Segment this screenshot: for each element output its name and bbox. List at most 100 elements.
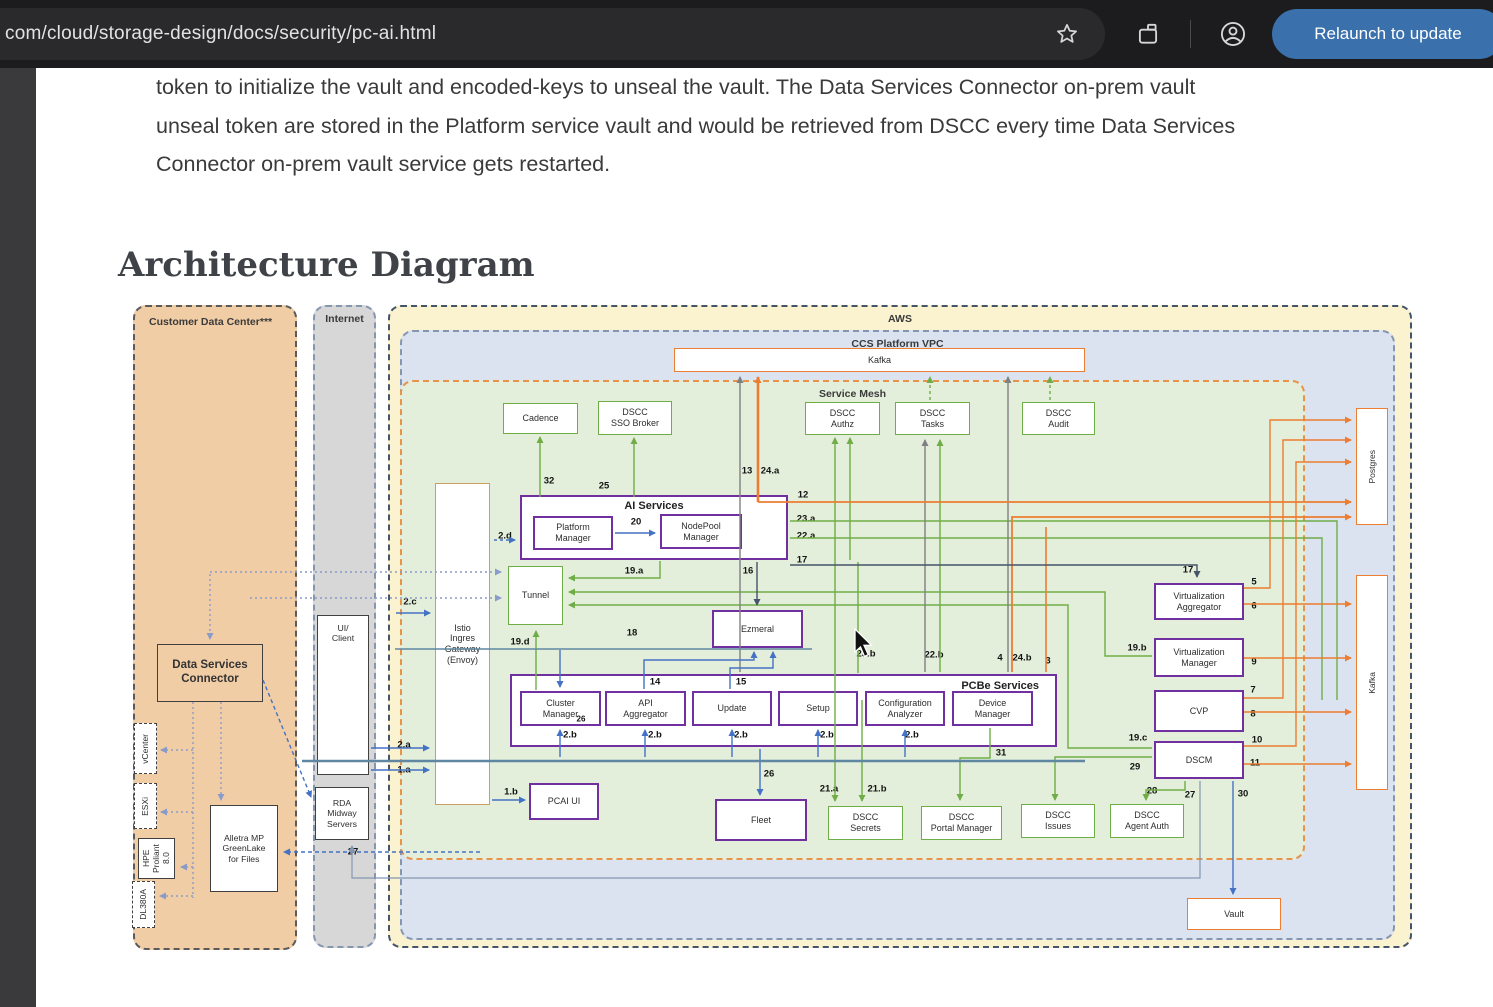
wire-label: 25 [599,481,610,492]
wire-label: 19.d [510,637,529,648]
relaunch-label: Relaunch to update [1314,24,1461,44]
box-label-kafka-top: Kafka [866,355,893,366]
box-cvp: CVP [1154,690,1244,732]
box-kafka-top: Kafka [674,348,1085,372]
wire-label: 23.a [797,514,816,525]
app-window: com/cloud/storage-design/docs/security/p… [0,0,1493,1007]
box-label-dscc-agent-auth: DSCC Agent Auth [1123,810,1171,831]
box-hpe-proliant: HPE Proliant 8.0 [138,838,175,879]
wire-label: 17 [1183,565,1194,576]
wire-label: 1.a [397,765,410,776]
box-label-device-manager: Device Manager [973,698,1013,719]
wire-label: 14 [650,677,661,688]
wire-label: 2.b [563,730,577,741]
box-label-kafka-right: Kafka [1365,672,1379,694]
box-vault: Vault [1187,898,1281,930]
box-label-platform-manager: Platform Manager [553,522,593,543]
wire-label: 27 [348,847,359,858]
wire-label: 26 [764,769,775,780]
region-label-service-mesh: Service Mesh [402,388,1303,400]
box-label-rda-midway: RDA Midway Servers [325,798,359,829]
box-dscc-agent-auth: DSCC Agent Auth [1110,804,1184,838]
box-dscc-authz: DSCC Authz [805,402,880,435]
box-rda-midway: RDA Midway Servers [315,787,369,840]
wire-label: 24.b [1012,653,1031,664]
star-icon[interactable] [1053,20,1081,48]
wire-label: 10 [1252,735,1263,746]
box-postgres: Postgres [1356,408,1388,525]
box-sso-broker: DSCC SSO Broker [598,401,672,435]
box-dscc-audit: DSCC Audit [1022,402,1095,435]
box-cadence: Cadence [503,403,578,434]
wire-label: 2.b [905,730,919,741]
profile-icon[interactable] [1219,20,1247,48]
region-label-aws: AWS [390,313,1410,325]
wire-label: 21.b [867,784,886,795]
relaunch-button[interactable]: Relaunch to update [1272,9,1493,59]
box-label-fleet: Fleet [749,815,773,826]
box-api-aggregator: API Aggregator [605,691,686,726]
wire-label: 15 [736,677,747,688]
box-label-dscc-authz: DSCC Authz [828,408,858,429]
box-dscc-portal-manager: DSCC Portal Manager [921,806,1002,840]
box-label-virt-manager: Virtualization Manager [1171,647,1226,668]
url-text: com/cloud/storage-design/docs/security/p… [5,23,436,45]
wire-label: 22.b [924,650,943,661]
box-dscc-secrets: DSCC Secrets [828,806,903,840]
box-label-nodepool-manager: NodePool Manager [679,521,723,542]
region-label-customer-data-center: Customer Data Center*** [149,316,272,328]
wire-label: 19.a [625,566,644,577]
diagram: Customer Data Center***InternetAWSCCS Pl… [0,0,1493,1007]
wire-label: 19.c [1129,733,1148,744]
box-label-dscc-audit: DSCC Audit [1044,408,1074,429]
wire-label: 9 [1251,657,1256,668]
wire-label: 27 [1185,790,1196,801]
box-label-dscc-secrets: DSCC Secrets [848,812,883,833]
box-label-dscc-tasks: DSCC Tasks [918,408,948,429]
address-bar[interactable]: com/cloud/storage-design/docs/security/p… [0,8,1105,60]
wire-label: 2.c [403,597,416,608]
window-edge-strip [0,68,36,1007]
box-label-dscc-portal-manager: DSCC Portal Manager [929,812,995,833]
box-label-postgres: Postgres [1365,450,1379,484]
wire-label: 12 [798,490,809,501]
box-virt-aggregator: Virtualization Aggregator [1154,583,1244,620]
wire-label: 19.b [1127,643,1146,654]
box-label-vault: Vault [1222,909,1246,920]
box-dsc: Data Services Connector [157,644,263,702]
box-label-setup: Setup [804,703,832,714]
wire-label: 22.a [797,531,816,542]
wire-label: 4 [997,653,1002,664]
box-ezmeral: Ezmeral [712,610,803,648]
wire-label: 11 [1250,758,1260,769]
box-config-analyzer: Configuration Analyzer [865,691,945,726]
wire-label: 21.a [820,784,839,795]
box-virt-manager: Virtualization Manager [1154,638,1244,677]
extensions-icon[interactable] [1134,20,1162,48]
wire-label: 8 [1250,709,1255,720]
box-label-istio-gateway: Istio Ingres Gateway (Envoy) [443,623,483,665]
wire-label: 5 [1251,577,1256,588]
box-label-tunnel: Tunnel [520,590,551,601]
wire-label: 29 [1130,762,1141,773]
box-istio-gateway: Istio Ingres Gateway (Envoy) [435,483,490,805]
wire-label: 7 [1250,685,1255,696]
box-cluster-manager: Cluster Manager [520,691,601,726]
wire-label: 17 [797,555,808,566]
wire-label: 3 [1045,656,1050,667]
wire-label: 2.a [397,740,410,751]
wire-label: 6 [1251,601,1256,612]
box-label-alletra: Alletra MP GreenLake for Files [221,833,268,864]
box-dscc-issues: DSCC Issues [1021,804,1095,838]
box-label-virt-aggregator: Virtualization Aggregator [1171,591,1226,612]
box-label-cadence: Cadence [520,413,560,424]
box-update: Update [692,691,772,726]
box-label-ui-client: UI/ Client [330,623,356,644]
wire-label: 24.a [761,466,780,477]
box-label-dsc: Data Services Connector [170,659,249,686]
box-kafka-right: Kafka [1356,575,1388,790]
box-alletra: Alletra MP GreenLake for Files [210,805,278,892]
box-label-vcenter: vCenter [138,734,152,764]
box-label-dscm: DSCM [1184,755,1215,766]
wire-label: 26 [577,715,586,724]
